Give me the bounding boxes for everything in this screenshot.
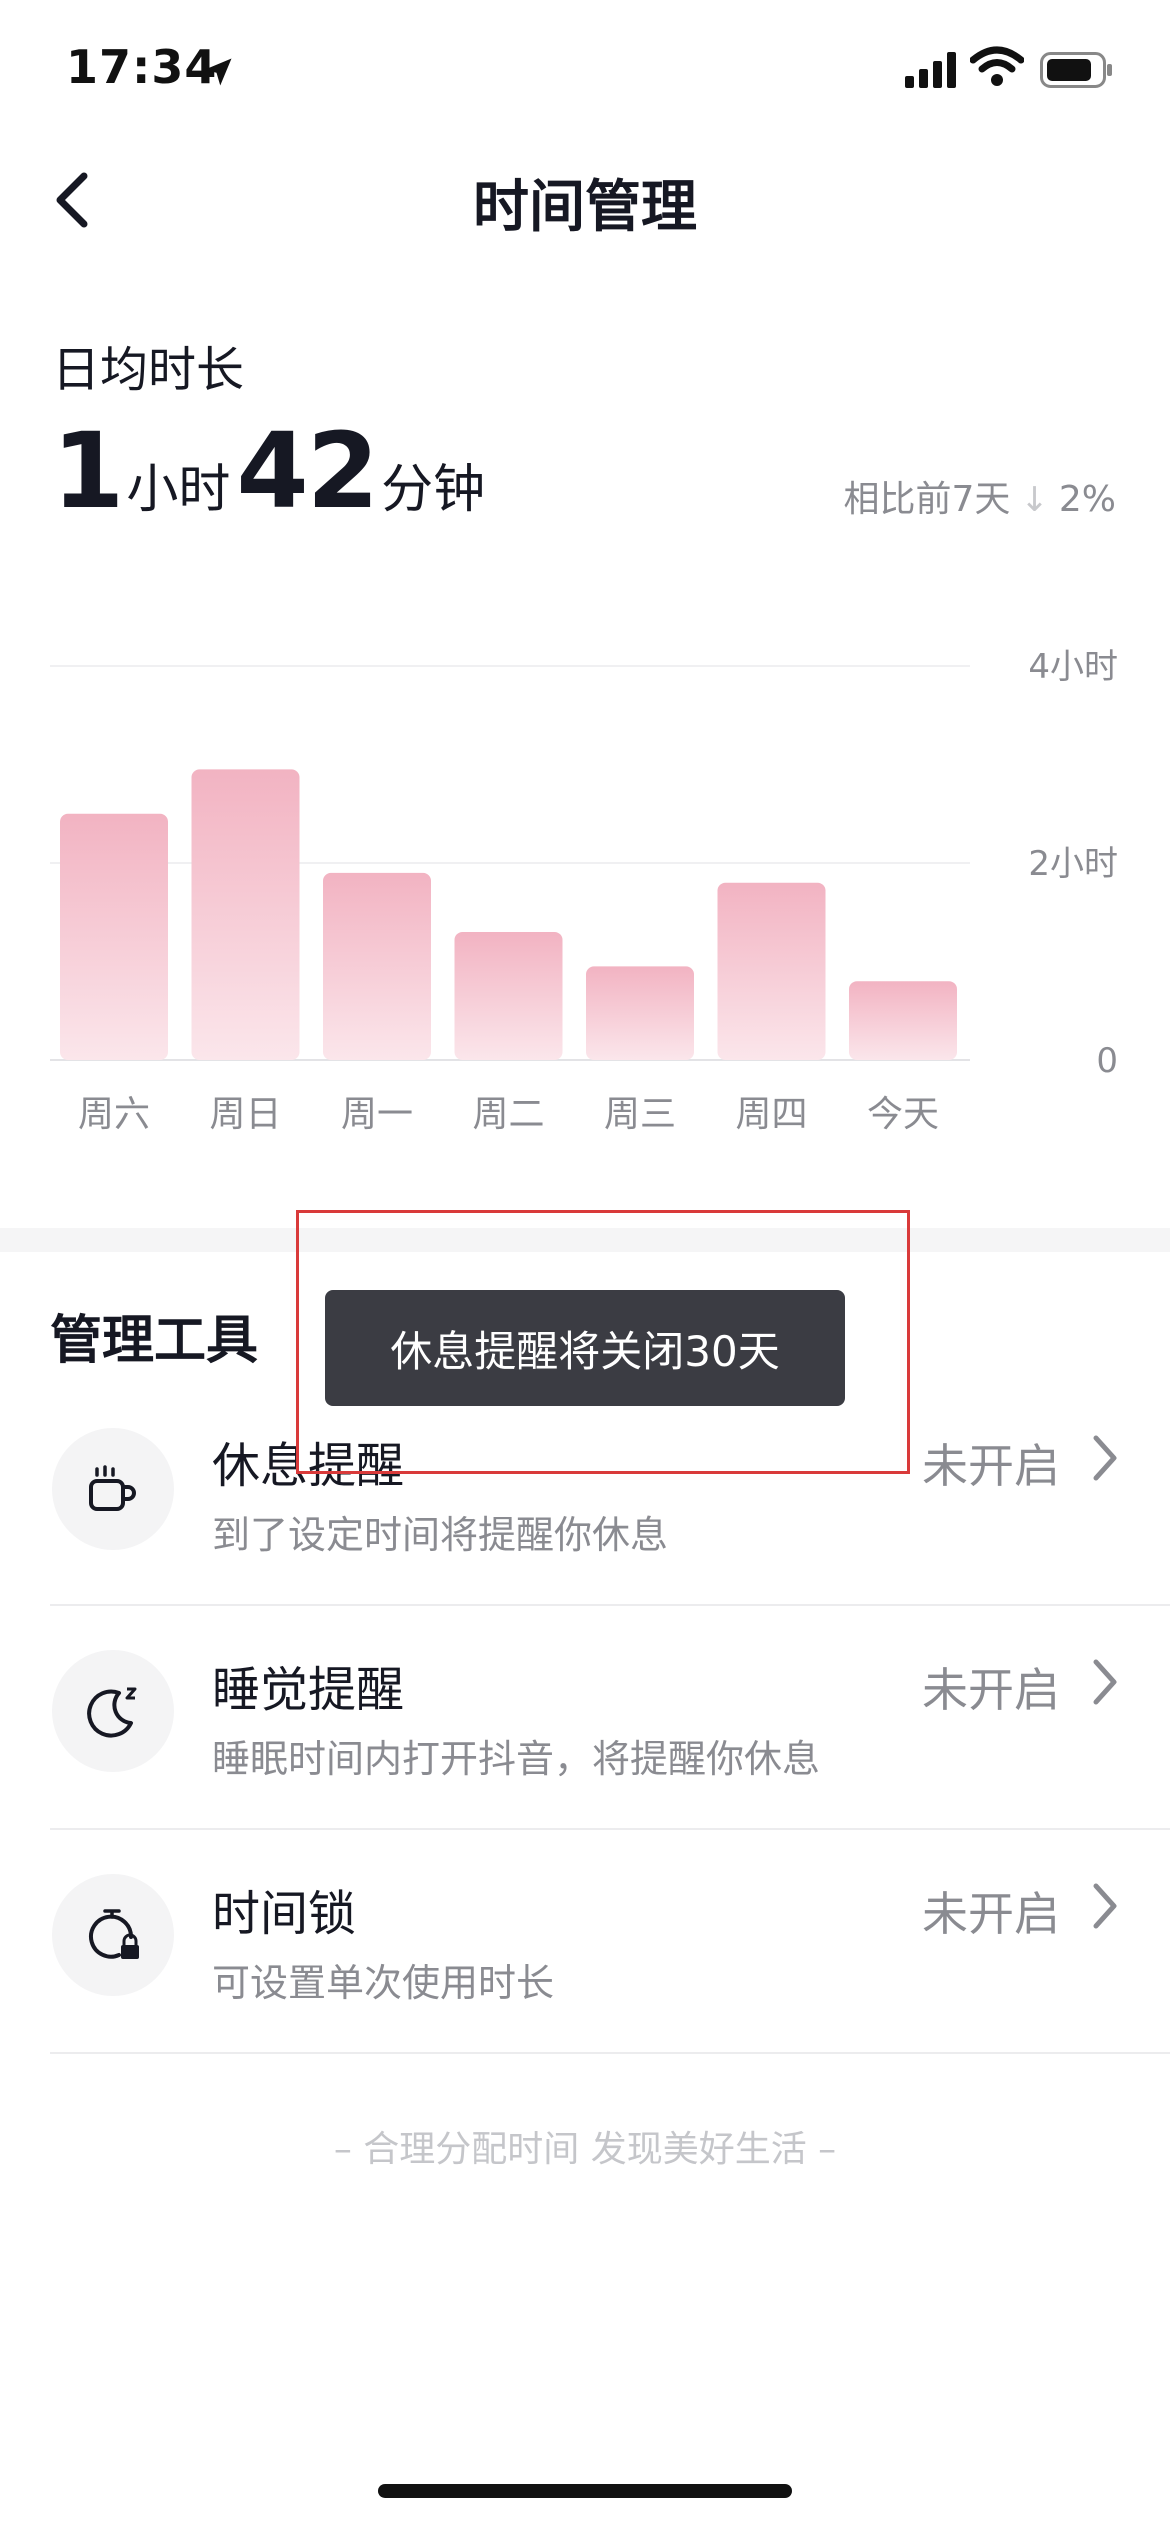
row-divider xyxy=(50,2052,1170,2054)
moon-icon xyxy=(52,1650,174,1772)
chart-bar[interactable] xyxy=(586,966,694,1060)
status-time: 17:34 xyxy=(66,40,218,94)
hours-unit: 小时 xyxy=(126,460,231,520)
x-tick-label: 周四 xyxy=(735,1094,807,1135)
highlight-box xyxy=(296,1210,910,1474)
chart-bar[interactable] xyxy=(454,931,563,1060)
minutes-unit: 分钟 xyxy=(381,460,486,520)
comparison: 相比前7天 ↓ 2% xyxy=(843,470,1116,522)
x-tick-label: 周三 xyxy=(604,1094,676,1135)
x-tick-label: 周一 xyxy=(341,1094,413,1135)
timer-lock-icon xyxy=(52,1874,174,1996)
y-tick-label: 0 xyxy=(1096,1041,1118,1081)
chart-bar[interactable] xyxy=(191,769,300,1060)
chart-bar[interactable] xyxy=(60,813,168,1060)
down-arrow-icon: ↓ xyxy=(1020,480,1049,520)
wifi-icon xyxy=(970,46,1024,86)
hours-value: 1 xyxy=(52,410,124,532)
tool-status: 未开启 xyxy=(922,1887,1060,1941)
tool-status: 未开启 xyxy=(922,1439,1060,1493)
x-tick-label: 周二 xyxy=(472,1094,544,1135)
chevron-right-icon xyxy=(1093,1883,1117,1929)
chart-bar[interactable] xyxy=(849,981,957,1060)
tool-description: 可设置单次使用时长 xyxy=(212,1961,555,2005)
chart-bar[interactable] xyxy=(323,872,431,1060)
comparison-value: 2% xyxy=(1058,479,1116,520)
cellular-signal-icon xyxy=(905,52,956,88)
minutes-value: 42 xyxy=(236,410,379,532)
tool-row-time-lock[interactable]: 时间锁 可设置单次使用时长 未开启 xyxy=(0,1830,1170,2052)
tool-name: 时间锁 xyxy=(212,1886,357,1942)
x-tick-label: 周六 xyxy=(78,1094,150,1135)
battery-icon xyxy=(1040,52,1112,88)
home-indicator xyxy=(378,2484,792,2498)
chevron-right-icon xyxy=(1093,1435,1117,1481)
tool-description: 到了设定时间将提醒你休息 xyxy=(212,1513,669,1557)
slogan: – 合理分配时间 发现美好生活 – xyxy=(333,2129,837,2170)
tool-row-sleep-reminder[interactable]: 睡觉提醒 睡眠时间内打开抖音，将提醒你休息 未开启 xyxy=(0,1606,1170,1828)
location-arrow-icon xyxy=(204,58,232,86)
y-tick-label: 4小时 xyxy=(1028,647,1118,687)
tool-name: 睡觉提醒 xyxy=(212,1662,405,1718)
cup-icon xyxy=(52,1428,174,1550)
daily-average-value: 1小时42分钟 xyxy=(52,410,491,532)
daily-average-label: 日均时长 xyxy=(52,342,245,398)
x-tick-label: 今天 xyxy=(867,1094,939,1135)
usage-bar-chart: 4小时 2小时 0 周六 周日 周一 周二 周三 周四 今天 xyxy=(50,647,1118,1135)
comparison-label: 相比前7天 xyxy=(843,479,1011,520)
x-tick-label: 周日 xyxy=(209,1094,281,1135)
tool-status: 未开启 xyxy=(922,1663,1060,1717)
chart-bar[interactable] xyxy=(717,882,826,1060)
y-tick-label: 2小时 xyxy=(1028,844,1118,884)
tool-description: 睡眠时间内打开抖音，将提醒你休息 xyxy=(212,1737,821,1781)
chevron-right-icon xyxy=(1093,1659,1117,1705)
tools-section-title: 管理工具 xyxy=(50,1311,259,1371)
page-title: 时间管理 xyxy=(473,175,697,240)
